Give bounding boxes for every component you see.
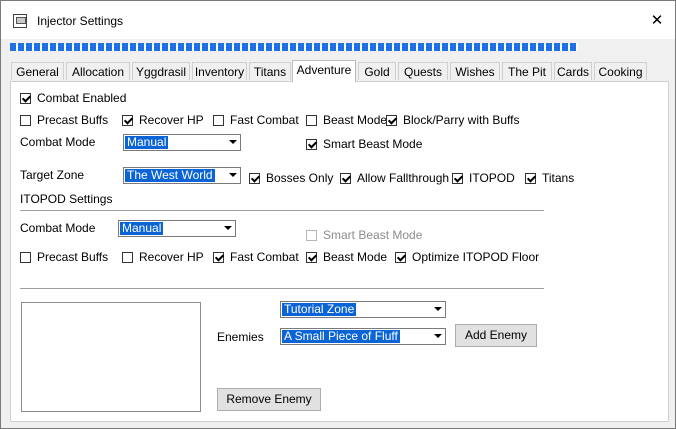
precast-buffs-checkbox[interactable]: Precast Buffs [20, 113, 108, 129]
itopod-settings-heading: ITOPOD Settings [20, 192, 113, 206]
block-parry-checkbox[interactable]: Block/Parry with Buffs [386, 113, 519, 129]
recover-hp-box[interactable] [122, 115, 133, 126]
tab-gold[interactable]: Gold [358, 62, 396, 80]
itopod-checkbox[interactable]: ITOPOD [452, 171, 515, 187]
target-zone-value: The West World [125, 168, 215, 182]
titans-box[interactable] [525, 173, 536, 184]
allow-fallthrough-checkbox[interactable]: Allow Fallthrough [340, 171, 449, 187]
itopod-fast-combat-checkbox[interactable]: Fast Combat [213, 250, 299, 266]
window-title: Injector Settings [37, 14, 124, 28]
itopod-fast-combat-box[interactable] [213, 252, 224, 263]
add-enemy-button[interactable]: Add Enemy [455, 324, 537, 347]
tab-adventure[interactable]: Adventure [292, 60, 356, 82]
itopod-recover-hp-checkbox[interactable]: Recover HP [122, 250, 204, 266]
remove-enemy-button[interactable]: Remove Enemy [217, 388, 321, 411]
combat-mode-select[interactable]: Manual [123, 134, 241, 151]
bosses-only-label: Bosses Only [266, 171, 334, 185]
block-parry-label: Block/Parry with Buffs [403, 113, 520, 127]
itopod-divider [20, 210, 544, 211]
beast-mode-label: Beast Mode [323, 113, 388, 127]
enemy-zone-value: Tutorial Zone [282, 302, 357, 316]
tab-the-pit[interactable]: The Pit [502, 62, 552, 80]
block-parry-box[interactable] [386, 115, 397, 126]
chevron-down-icon [229, 140, 237, 144]
recover-hp-checkbox[interactable]: Recover HP [122, 113, 204, 129]
bosses-only-box[interactable] [249, 173, 260, 184]
tab-quests[interactable]: Quests [398, 62, 448, 80]
fast-combat-box[interactable] [213, 115, 224, 126]
enemy-value: A Small Piece of Fluff [282, 329, 400, 343]
combat-enabled-label: Combat Enabled [37, 91, 127, 105]
optimize-itopod-floor-box[interactable] [395, 252, 406, 263]
itopod-fast-combat-label: Fast Combat [230, 250, 299, 264]
tab-allocation[interactable]: Allocation [66, 62, 130, 80]
itopod-combat-mode-select[interactable]: Manual [118, 220, 236, 237]
smart-beast-mode-label: Smart Beast Mode [323, 137, 423, 151]
bosses-only-checkbox[interactable]: Bosses Only [249, 171, 333, 187]
itopod-combat-mode-label: Combat Mode [20, 221, 96, 235]
beast-mode-box[interactable] [306, 115, 317, 126]
precast-buffs-box[interactable] [20, 115, 31, 126]
tab-cooking[interactable]: Cooking [594, 62, 647, 80]
allow-fallthrough-box[interactable] [340, 173, 351, 184]
precast-buffs-label: Precast Buffs [37, 113, 109, 127]
combat-mode-value: Manual [125, 135, 169, 149]
optimize-itopod-floor-checkbox[interactable]: Optimize ITOPOD Floor [395, 250, 539, 266]
fast-combat-checkbox[interactable]: Fast Combat [213, 113, 299, 129]
chevron-down-icon [224, 226, 232, 230]
enemy-list[interactable] [21, 302, 201, 412]
enemies-divider [20, 288, 544, 289]
close-icon[interactable]: ✕ [647, 9, 667, 31]
combat-enabled-checkbox[interactable]: Combat Enabled [20, 91, 126, 107]
tab-titans[interactable]: Titans [249, 62, 291, 80]
chevron-down-icon [434, 307, 442, 311]
chevron-down-icon [229, 173, 237, 177]
enemies-label: Enemies [217, 330, 264, 344]
injector-settings-window: Injector Settings ✕ General Allocation Y… [0, 0, 676, 429]
itopod-precast-buffs-box[interactable] [20, 252, 31, 263]
progress-fill [10, 43, 578, 51]
tab-strip: General Allocation Yggdrasil Inventory T… [10, 60, 670, 82]
tab-wishes[interactable]: Wishes [450, 62, 500, 80]
tab-cards[interactable]: Cards [554, 62, 592, 80]
itopod-beast-mode-label: Beast Mode [323, 250, 388, 264]
allow-fallthrough-label: Allow Fallthrough [357, 171, 450, 185]
itopod-combat-mode-value: Manual [120, 221, 164, 235]
target-zone-select[interactable]: The West World [123, 167, 241, 184]
itopod-beast-mode-checkbox[interactable]: Beast Mode [306, 250, 387, 266]
target-zone-label: Target Zone [20, 168, 85, 182]
tab-inventory[interactable]: Inventory [192, 62, 247, 80]
combat-enabled-box[interactable] [20, 93, 31, 104]
itopod-smart-beast-mode-label: Smart Beast Mode [323, 228, 423, 242]
itopod-recover-hp-label: Recover HP [139, 250, 204, 264]
enemy-zone-select[interactable]: Tutorial Zone [280, 301, 446, 318]
itopod-smart-beast-mode-box[interactable] [306, 230, 317, 241]
app-window-icon [13, 14, 27, 28]
itopod-label: ITOPOD [469, 171, 515, 185]
combat-mode-label: Combat Mode [20, 135, 96, 149]
optimize-itopod-floor-label: Optimize ITOPOD Floor [412, 250, 540, 264]
chevron-down-icon [434, 334, 442, 338]
title-bar: Injector Settings ✕ [1, 1, 675, 39]
itopod-box[interactable] [452, 173, 463, 184]
adventure-panel: Combat Enabled Precast Buffs Recover HP … [10, 81, 669, 422]
progress-bar [10, 43, 578, 51]
titans-checkbox[interactable]: Titans [525, 171, 574, 187]
itopod-smart-beast-mode-checkbox[interactable]: Smart Beast Mode [306, 228, 422, 244]
smart-beast-mode-box[interactable] [306, 139, 317, 150]
titans-label: Titans [542, 171, 575, 185]
itopod-precast-buffs-label: Precast Buffs [37, 250, 109, 264]
smart-beast-mode-checkbox[interactable]: Smart Beast Mode [306, 137, 422, 153]
beast-mode-checkbox[interactable]: Beast Mode [306, 113, 387, 129]
tab-yggdrasil[interactable]: Yggdrasil [132, 62, 190, 80]
itopod-precast-buffs-checkbox[interactable]: Precast Buffs [20, 250, 108, 266]
itopod-recover-hp-box[interactable] [122, 252, 133, 263]
itopod-beast-mode-box[interactable] [306, 252, 317, 263]
fast-combat-label: Fast Combat [230, 113, 299, 127]
tab-general[interactable]: General [11, 62, 64, 80]
enemy-select[interactable]: A Small Piece of Fluff [280, 328, 446, 345]
recover-hp-label: Recover HP [139, 113, 204, 127]
